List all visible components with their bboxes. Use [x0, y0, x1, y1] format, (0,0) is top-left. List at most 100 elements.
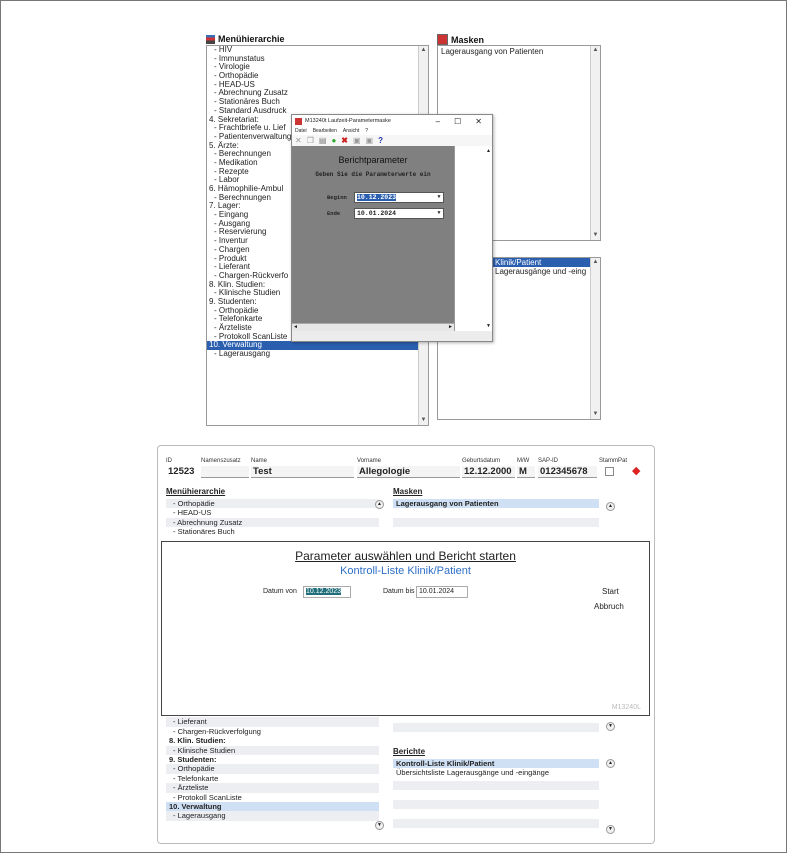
menu-list-bottom[interactable]: - Produkt- Lieferant- Chargen-Rückverfol… [166, 708, 379, 821]
menu-list-top[interactable]: - Orthopädie - HEAD-US - Abrechnung Zusatz… [166, 499, 379, 537]
app-icon [295, 117, 302, 125]
scroll-down-icon[interactable]: ▼ [486, 323, 491, 329]
menu-item[interactable]: - Chargen-Rückverfolgung [166, 727, 379, 736]
name-field[interactable]: Test [251, 466, 354, 478]
datum-von-field[interactable]: 10.12.2023 [303, 586, 351, 598]
scroll-down-icon[interactable]: ▼ [375, 821, 384, 830]
menu-item[interactable]: - Klinische Studien [166, 745, 379, 755]
end-label: Ende [327, 210, 341, 217]
menu-item[interactable]: - Telefonkarte [166, 774, 379, 783]
vorname-field[interactable]: Allegologie [357, 466, 460, 478]
menu-title-label: Menühierarchie [218, 34, 285, 44]
menu-item[interactable]: - Orthopädie [166, 499, 379, 509]
menu-item[interactable]: - Ärzteliste [166, 783, 379, 793]
help-icon[interactable]: ? [378, 136, 383, 145]
masks-scrollbar[interactable]: ▲ ▼ [590, 46, 600, 240]
start-button[interactable]: Start [602, 587, 619, 596]
stammpat-label: StammPat [599, 458, 628, 464]
menu-item[interactable]: - Lagerausgang [166, 811, 379, 821]
begin-field[interactable]: 10.12.2023 ▼ [354, 192, 444, 203]
scroll-down-icon[interactable]: ▼ [420, 417, 427, 424]
masks-item[interactable]: Lagerausgang von Patienten [438, 46, 600, 57]
sap-field[interactable]: 012345678 [538, 466, 597, 478]
datum-bis-field[interactable]: 10.01.2024 [416, 586, 468, 598]
menu-tree-icon [206, 34, 215, 44]
scroll-up-icon[interactable]: ▲ [375, 500, 384, 509]
dropdown-arrow-icon[interactable]: ▼ [435, 193, 443, 202]
next-icon[interactable]: ▣ [366, 136, 374, 145]
menu-item[interactable]: - Orthopädie [166, 764, 379, 774]
namenszusatz-field[interactable] [201, 466, 249, 478]
reports-list[interactable]: Kontroll-Liste Klinik/Patient Übersichtsl… [393, 759, 599, 778]
menu-item[interactable]: - Lieferant [166, 717, 379, 727]
menu-help[interactable]: ? [365, 128, 368, 134]
modal-subtitle: Kontroll-Liste Klinik/Patient [340, 565, 471, 577]
scroll-up-icon[interactable]: ▲ [486, 148, 491, 154]
eraser-icon[interactable]: ◆ [632, 464, 640, 477]
report-item[interactable]: Übersichtsliste Lagerausgänge und -eingä… [393, 768, 599, 777]
masks-scrollbar-bottom[interactable]: ▼ [606, 722, 615, 734]
scroll-down-icon[interactable]: ▼ [606, 722, 615, 731]
menu-scrollbar-bottom[interactable]: ▼ [375, 816, 384, 836]
menu-item[interactable]: - Abrechnung Zusatz [166, 517, 379, 528]
parameter-dialog: M13240t Laufzeit-Parametermaske – ☐ ✕ Da… [291, 114, 493, 342]
dialog-hscrollbar[interactable]: ◄ ► [292, 323, 454, 331]
end-field[interactable]: 10.01.2024 ▼ [354, 208, 444, 219]
scroll-down-icon[interactable]: ▼ [592, 411, 599, 418]
menu-datei[interactable]: Datei [295, 128, 307, 134]
masks-icon [437, 34, 448, 45]
prev-icon[interactable]: ▣ [353, 136, 361, 145]
tree-item[interactable]: - Lagerausgang [207, 349, 428, 359]
menu-ansicht[interactable]: Ansicht [343, 128, 359, 134]
reports-scrollbar[interactable]: ▲ ▼ [590, 258, 600, 419]
begin-value: 10.12.2023 [357, 194, 397, 201]
report-item[interactable]: Kontroll-Liste Klinik/Patient [393, 759, 599, 769]
scroll-up-icon[interactable]: ▲ [592, 259, 599, 266]
masks-item[interactable]: Lagerausgang von Patienten [393, 499, 599, 509]
mw-label: M/W [517, 458, 530, 464]
run-icon[interactable]: ● [331, 136, 336, 145]
masks-title: Masken [393, 487, 423, 496]
menu-scrollbar-top[interactable]: ▲ [375, 500, 384, 540]
begin-label: Beginn [327, 194, 347, 201]
dialog-body: Berichtparameter Geben Sie die Parameter… [292, 146, 454, 331]
menu-item[interactable]: - HEAD-US [166, 508, 379, 517]
scroll-left-icon[interactable]: ◄ [293, 324, 298, 330]
menu-item[interactable]: 9. Studenten: [166, 755, 379, 764]
dialog-right-pane: ▲ ▼ [454, 146, 492, 331]
stammpat-checkbox[interactable] [605, 467, 614, 476]
menu-item[interactable]: - Stationäres Buch [166, 527, 379, 536]
cut-icon[interactable]: ✕ [295, 136, 302, 145]
paste-icon[interactable]: ▤ [319, 136, 327, 145]
reports-scrollbar[interactable]: ▲ ▼ [606, 759, 615, 834]
modal-title: Parameter auswählen und Bericht starten [295, 549, 516, 563]
scroll-up-icon[interactable]: ▲ [606, 502, 615, 511]
copy-icon[interactable]: ❐ [307, 136, 314, 145]
dialog-heading: Berichtparameter [338, 155, 408, 165]
mw-field[interactable]: M [517, 466, 535, 478]
masks-empty-row [393, 723, 599, 732]
menu-bearbeiten[interactable]: Bearbeiten [313, 128, 337, 134]
masks-scrollbar[interactable]: ▲ [606, 502, 615, 542]
scroll-up-icon[interactable]: ▲ [592, 47, 599, 54]
vorname-label: Vorname [357, 458, 382, 464]
dropdown-arrow-icon[interactable]: ▼ [435, 209, 443, 218]
id-value: 12523 [168, 466, 195, 477]
menu-item[interactable]: - Protokoll ScanListe [166, 793, 379, 802]
reports-title: Berichte [393, 747, 426, 756]
scroll-up-icon[interactable]: ▲ [606, 759, 615, 768]
menu-item[interactable]: 10. Verwaltung [166, 801, 379, 812]
scroll-down-icon[interactable]: ▼ [592, 232, 599, 239]
geburtsdatum-field[interactable]: 12.12.2000 [462, 466, 515, 478]
abbruch-button[interactable]: Abbruch [594, 602, 624, 611]
scroll-right-icon[interactable]: ► [448, 324, 453, 330]
dialog-title: M13240t Laufzeit-Parametermaske [305, 118, 391, 124]
scroll-down-icon[interactable]: ▼ [606, 825, 615, 834]
minimize-icon[interactable]: – [436, 117, 440, 126]
close-icon[interactable]: ✕ [475, 117, 482, 126]
maximize-icon[interactable]: ☐ [454, 117, 461, 126]
scroll-up-icon[interactable]: ▲ [420, 47, 427, 54]
menu-item[interactable]: 8. Klin. Studien: [166, 736, 379, 745]
delete-icon[interactable]: ✖ [341, 136, 348, 145]
namenszusatz-label: Namenszusatz [201, 458, 241, 464]
